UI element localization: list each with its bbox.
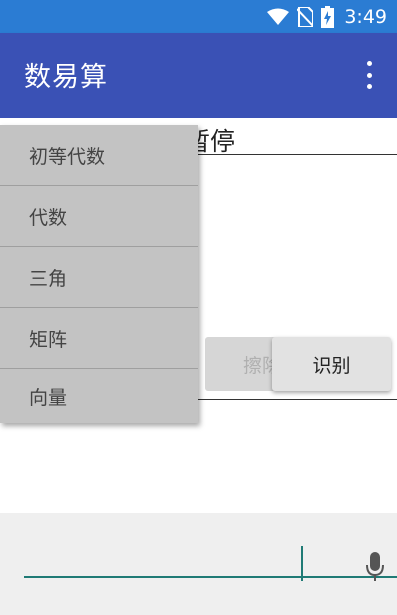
category-dropdown-menu: 初等代数 代数 三角 矩阵 向量 [0, 125, 198, 423]
no-sim-icon [297, 7, 314, 27]
menu-item-matrix[interactable]: 矩阵 [0, 308, 198, 369]
status-icons: 3:49 [267, 6, 387, 28]
input-area [0, 513, 397, 615]
overflow-menu-icon[interactable] [363, 61, 375, 89]
wifi-icon [267, 8, 290, 25]
menu-item-trigonometry[interactable]: 三角 [0, 247, 198, 308]
menu-item-vector[interactable]: 向量 [0, 369, 198, 423]
expression-input[interactable] [24, 576, 397, 578]
recognize-button[interactable]: 识别 [272, 337, 391, 391]
status-time: 3:49 [344, 6, 387, 28]
battery-charging-icon [321, 6, 335, 28]
microphone-icon[interactable] [366, 552, 384, 582]
menu-item-algebra[interactable]: 代数 [0, 186, 198, 247]
app-title: 数易算 [24, 62, 108, 93]
app-bar: 数易算 [0, 33, 397, 118]
menu-item-elementary-algebra[interactable]: 初等代数 [0, 125, 198, 186]
status-bar: 3:49 [0, 0, 397, 33]
